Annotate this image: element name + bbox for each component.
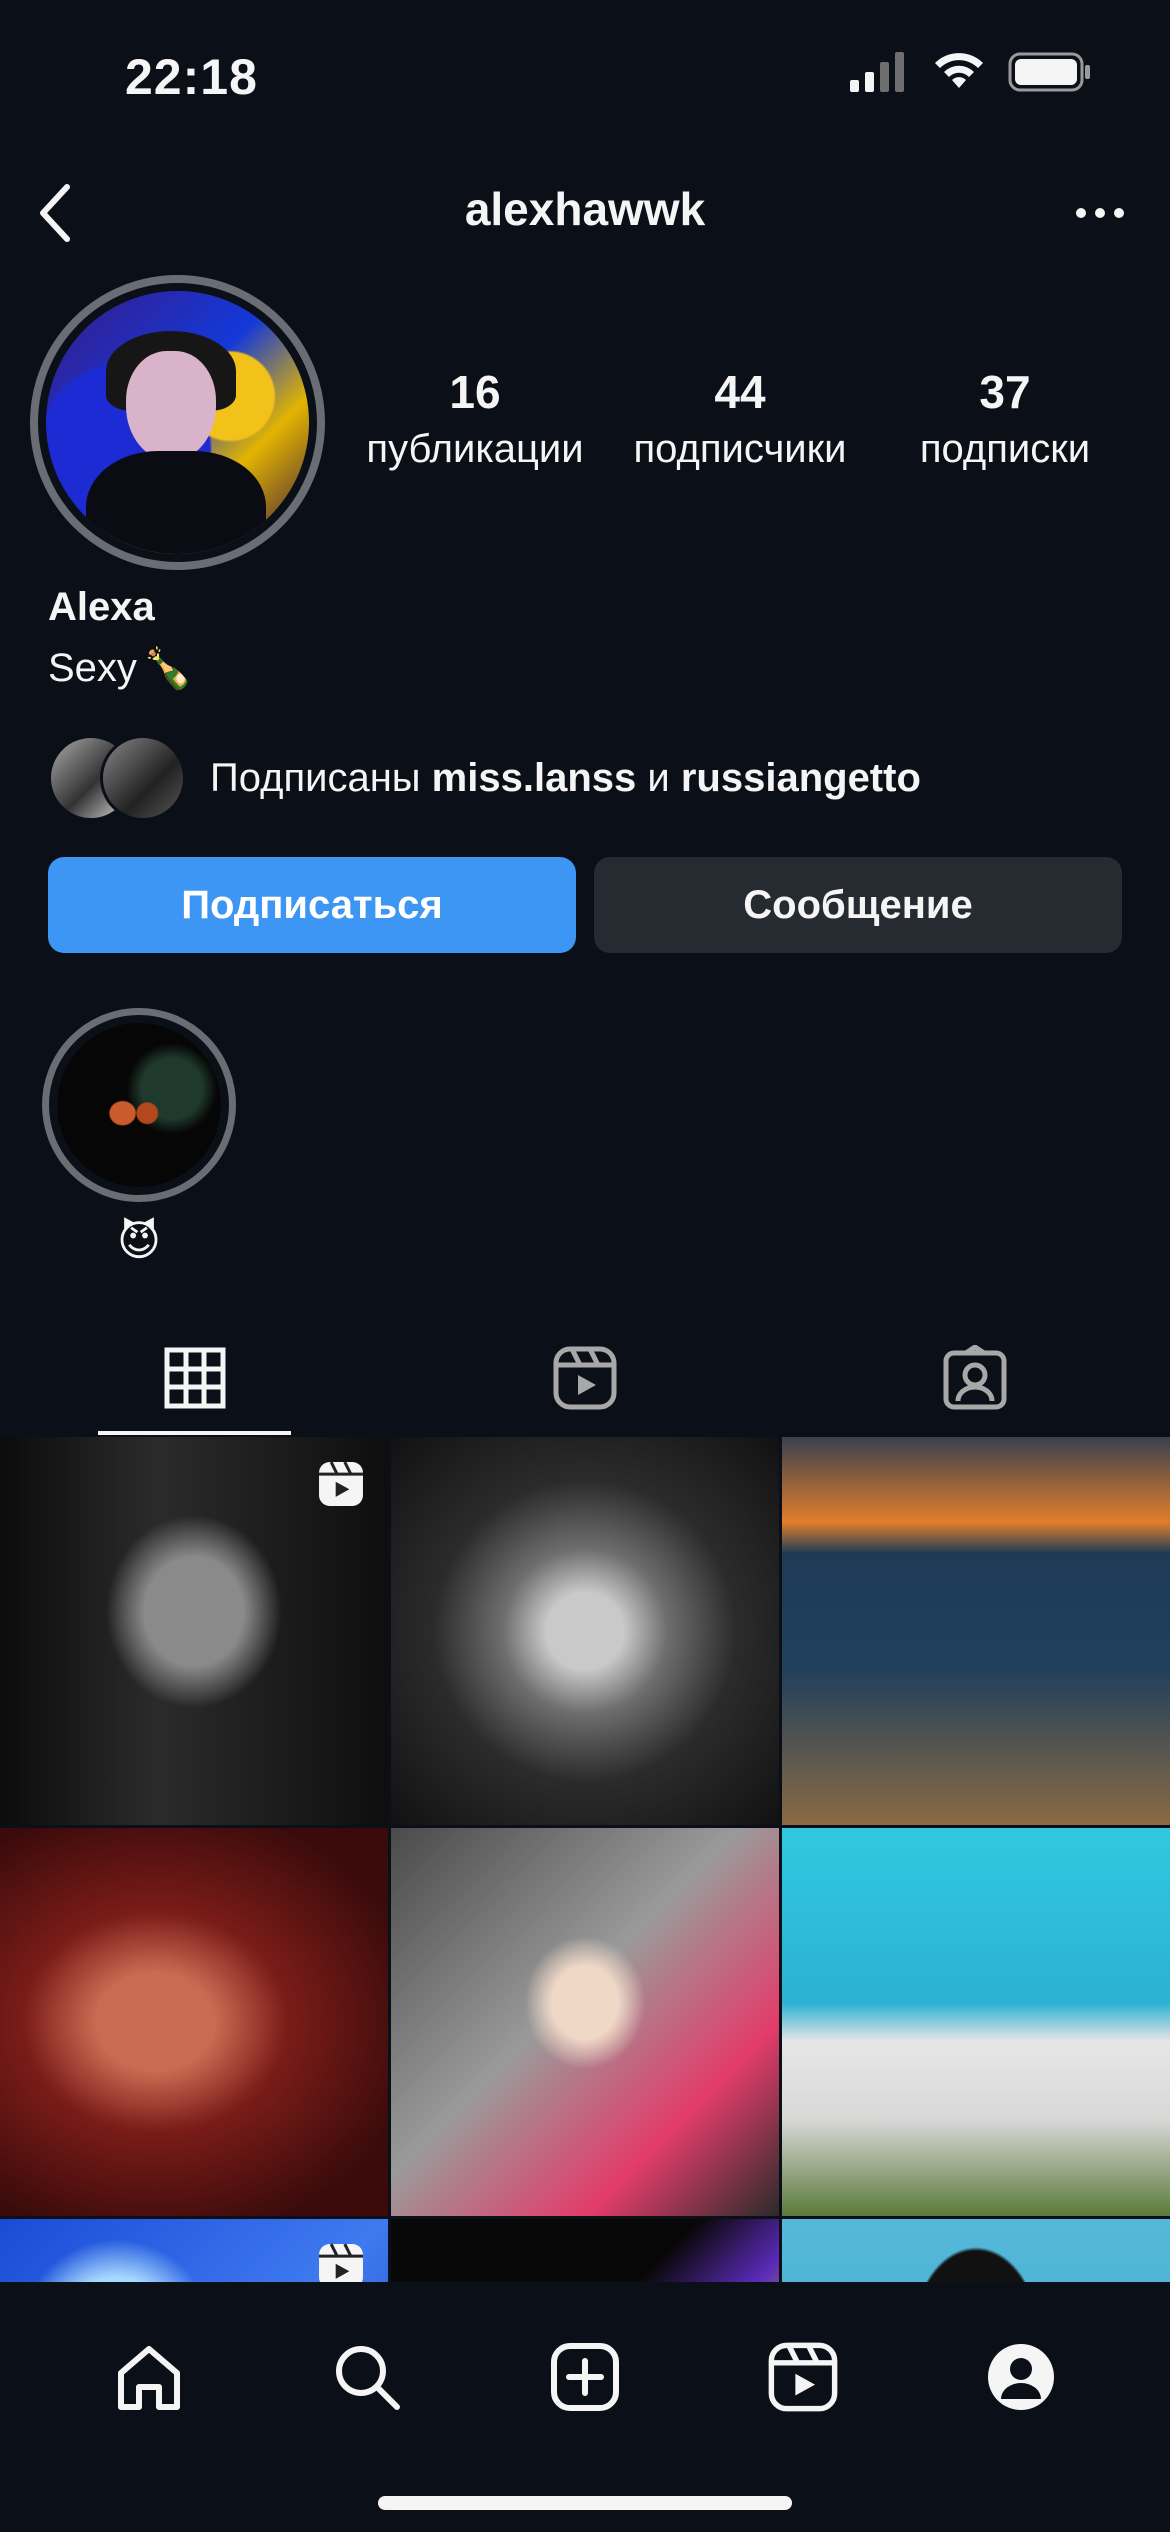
more-dots-icon [1076,208,1124,218]
status-bar: 22:18 [0,0,1170,150]
profile-stats: 16 публикации 44 подписчики 37 подписки [345,365,1135,472]
tab-posts-grid[interactable] [0,1320,390,1435]
post-tile[interactable] [782,1437,1170,1825]
post-tile[interactable] [782,1828,1170,2216]
nav-create[interactable] [525,2322,645,2432]
home-icon [118,2346,180,2410]
follow-button[interactable]: Подписаться [48,857,576,953]
profile-avatar-ring[interactable] [30,275,325,570]
bottom-navigation [0,2282,1170,2532]
active-tab-indicator [98,1431,291,1435]
stat-following-label: подписки [919,427,1091,471]
bio: Sexy 🍾 [48,645,193,692]
stat-following[interactable]: 37 подписки [875,365,1135,472]
highlight-ring [42,1008,236,1202]
mutual-avatars [48,735,188,821]
wifi-icon [935,53,983,88]
search-icon [336,2346,400,2410]
mutual-avatar-2 [100,735,186,821]
post-tile[interactable] [0,1437,388,1825]
tagged-icon [943,1344,1007,1409]
story-highlight[interactable]: 😈 [42,1008,236,1265]
profile-tabs [0,1320,1170,1435]
champagne-emoji: 🍾 [142,647,193,691]
reels-icon [553,1346,617,1409]
mutual-followers-text: Подписаны miss.lanss и russiangetto [210,755,921,800]
stat-posts-label: публикации [366,427,584,471]
create-icon [551,2343,619,2411]
profile-icon [988,2344,1054,2410]
highlight-label: 😈 [117,1217,161,1264]
home-indicator[interactable] [378,2496,792,2510]
stat-followers-count: 44 [714,366,766,418]
mutual-followers[interactable]: Подписаны miss.lanss и russiangetto [48,735,921,821]
stat-posts-count: 16 [449,366,501,418]
tab-tagged[interactable] [780,1320,1170,1435]
more-options-button[interactable] [1060,178,1140,248]
post-tile[interactable] [391,1828,779,2216]
nav-home[interactable] [89,2322,209,2432]
nav-reels[interactable] [743,2322,863,2432]
bio-text: Sexy [48,646,137,690]
stat-following-count: 37 [979,366,1031,418]
reels-icon [768,2342,838,2412]
nav-profile[interactable] [961,2322,1081,2432]
reel-badge-icon [319,1461,363,1506]
post-tile[interactable] [391,1437,779,1825]
post-tile[interactable] [0,1828,388,2216]
grid-icon [164,1347,226,1408]
stat-followers-label: подписчики [633,427,847,471]
cellular-signal-icon [850,52,904,92]
username-title: alexhawwk [464,183,706,235]
stat-followers[interactable]: 44 подписчики [605,365,875,472]
profile-avatar [46,291,309,554]
battery-icon [1008,52,1090,92]
mutual-user-1[interactable]: miss.lanss [432,756,637,800]
status-time: 22:18 [125,49,258,105]
highlight-cover [57,1023,221,1187]
tab-reels[interactable] [390,1320,780,1435]
display-name: Alexa [48,585,155,629]
nav-search[interactable] [307,2322,427,2432]
stat-posts[interactable]: 16 публикации [345,365,605,472]
message-button[interactable]: Сообщение [594,857,1122,953]
profile-header: alexhawwk [0,160,1170,260]
status-icons [850,52,1092,92]
mutual-user-2[interactable]: russiangetto [681,756,921,800]
action-buttons: Подписаться Сообщение [48,857,1122,953]
